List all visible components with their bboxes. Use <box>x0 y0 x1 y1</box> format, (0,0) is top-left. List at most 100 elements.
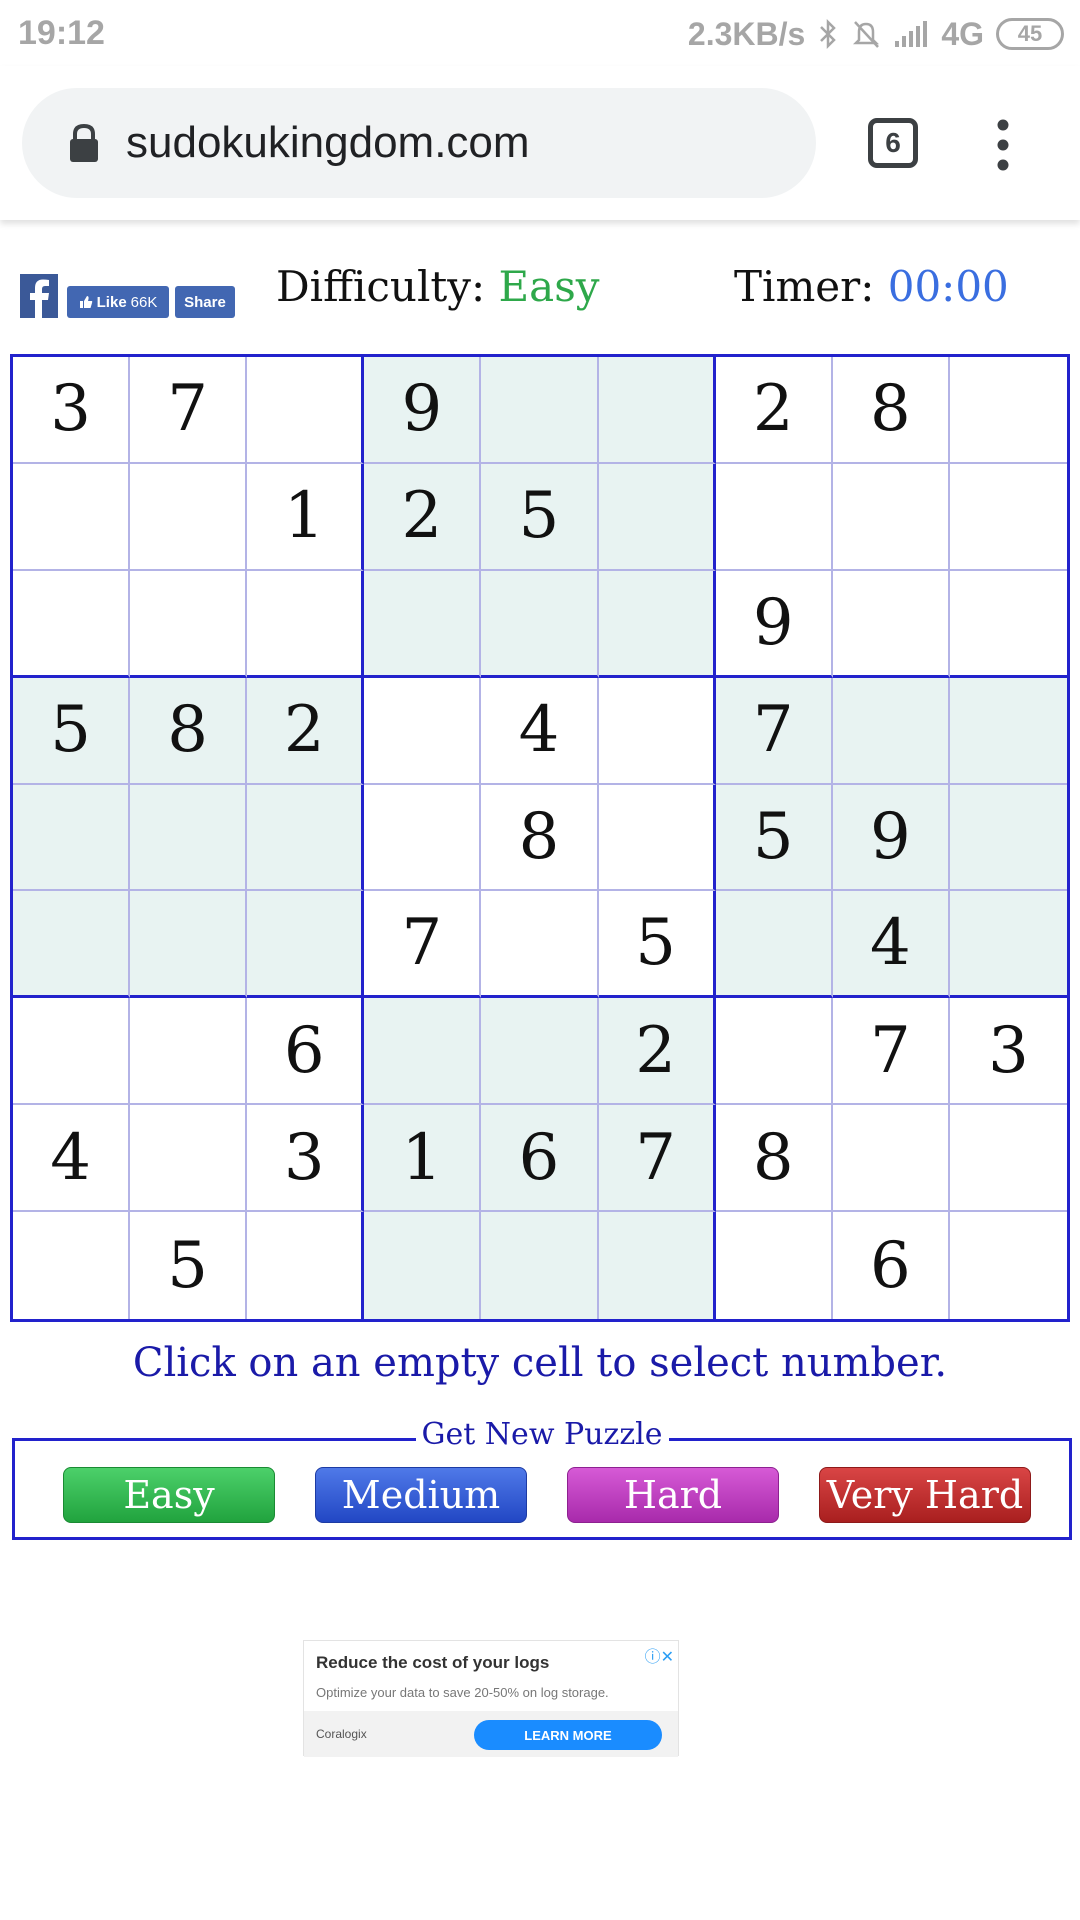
sudoku-cell[interactable]: 9 <box>364 357 482 464</box>
sudoku-cell[interactable]: 8 <box>481 784 599 892</box>
sudoku-cell[interactable] <box>364 570 482 678</box>
sudoku-cell[interactable] <box>598 784 716 892</box>
sudoku-cell[interactable] <box>598 357 716 464</box>
sudoku-cell[interactable] <box>481 357 599 464</box>
facebook-icon[interactable] <box>20 274 58 318</box>
sudoku-cell[interactable] <box>130 891 248 999</box>
facebook-like-button[interactable]: Like 66K <box>67 286 169 318</box>
timer-label: Timer: <box>734 262 875 311</box>
sudoku-cell[interactable] <box>715 998 833 1106</box>
sudoku-cell[interactable] <box>130 784 248 892</box>
sudoku-cell[interactable] <box>130 998 248 1106</box>
sudoku-cell[interactable]: 1 <box>364 1105 482 1213</box>
sudoku-cell[interactable] <box>13 463 131 571</box>
sudoku-cell[interactable]: 3 <box>949 998 1067 1106</box>
sudoku-cell[interactable]: 7 <box>598 1105 716 1213</box>
sudoku-cell[interactable]: 3 <box>13 357 131 464</box>
sudoku-cell[interactable] <box>13 570 131 678</box>
sudoku-cell[interactable]: 8 <box>130 677 248 785</box>
sudoku-cell[interactable]: 5 <box>130 1212 248 1319</box>
sudoku-cell[interactable] <box>598 677 716 785</box>
sudoku-cell[interactable] <box>598 570 716 678</box>
sudoku-cell[interactable] <box>13 1212 131 1319</box>
easy-button[interactable]: Easy <box>63 1467 275 1523</box>
sudoku-cell[interactable]: 6 <box>832 1212 950 1319</box>
sudoku-cell[interactable]: 2 <box>598 998 716 1106</box>
medium-button[interactable]: Medium <box>315 1467 527 1523</box>
sudoku-cell[interactable] <box>364 998 482 1106</box>
sudoku-cell[interactable]: 5 <box>598 891 716 999</box>
sudoku-cell[interactable] <box>364 1212 482 1319</box>
sudoku-cell[interactable] <box>715 463 833 571</box>
sudoku-cell[interactable] <box>949 1212 1067 1319</box>
overflow-menu-icon[interactable] <box>986 118 1020 172</box>
sudoku-cell[interactable]: 5 <box>13 677 131 785</box>
sudoku-cell[interactable] <box>715 891 833 999</box>
sudoku-cell[interactable]: 7 <box>364 891 482 999</box>
sudoku-cell[interactable] <box>481 1212 599 1319</box>
sudoku-cell[interactable]: 2 <box>364 463 482 571</box>
sudoku-cell[interactable] <box>832 570 950 678</box>
advertisement[interactable]: Reduce the cost of your logs ⓘ✕ Optimize… <box>303 1640 679 1757</box>
sudoku-cell[interactable] <box>949 784 1067 892</box>
sudoku-cell[interactable] <box>247 357 365 464</box>
sudoku-cell[interactable]: 8 <box>715 1105 833 1213</box>
very-hard-button[interactable]: Very Hard <box>819 1467 1031 1523</box>
sudoku-cell[interactable] <box>247 570 365 678</box>
sudoku-cell[interactable] <box>949 357 1067 464</box>
sudoku-cell[interactable] <box>598 1212 716 1319</box>
sudoku-cell[interactable]: 2 <box>247 677 365 785</box>
sudoku-cell[interactable] <box>247 891 365 999</box>
battery-level: 45 <box>1017 21 1043 46</box>
ad-close-icon[interactable]: ⓘ✕ <box>645 1643 674 1667</box>
sudoku-cell[interactable] <box>130 570 248 678</box>
sudoku-cell[interactable]: 2 <box>715 357 833 464</box>
sudoku-cell[interactable]: 6 <box>247 998 365 1106</box>
sudoku-cell[interactable] <box>481 998 599 1106</box>
sudoku-cell[interactable] <box>949 677 1067 785</box>
sudoku-cell[interactable]: 4 <box>13 1105 131 1213</box>
sudoku-cell[interactable] <box>13 784 131 892</box>
sudoku-cell[interactable] <box>949 570 1067 678</box>
sudoku-cell[interactable] <box>130 463 248 571</box>
sudoku-cell[interactable] <box>832 677 950 785</box>
sudoku-cell[interactable] <box>949 891 1067 999</box>
sudoku-cell[interactable]: 6 <box>481 1105 599 1213</box>
sudoku-cell[interactable] <box>247 1212 365 1319</box>
url-text[interactable]: sudokukingdom.com <box>126 118 530 168</box>
sudoku-cell[interactable] <box>481 570 599 678</box>
sudoku-cell[interactable] <box>715 1212 833 1319</box>
sudoku-cell[interactable] <box>832 463 950 571</box>
sudoku-cell[interactable]: 3 <box>247 1105 365 1213</box>
ad-description: Optimize your data to save 20-50% on log… <box>316 1685 609 1700</box>
ad-learn-more-button[interactable]: LEARN MORE <box>474 1720 662 1750</box>
hard-button[interactable]: Hard <box>567 1467 779 1523</box>
sudoku-cell[interactable] <box>481 891 599 999</box>
sudoku-cell[interactable] <box>13 998 131 1106</box>
address-bar[interactable]: sudokukingdom.com <box>22 88 816 198</box>
sudoku-cell[interactable] <box>832 1105 950 1213</box>
sudoku-cell[interactable]: 4 <box>832 891 950 999</box>
sudoku-cell[interactable]: 5 <box>481 463 599 571</box>
ad-title[interactable]: Reduce the cost of your logs <box>316 1653 549 1673</box>
sudoku-cell[interactable] <box>247 784 365 892</box>
sudoku-cell[interactable]: 7 <box>130 357 248 464</box>
sudoku-cell[interactable] <box>364 677 482 785</box>
sudoku-cell[interactable] <box>364 784 482 892</box>
sudoku-cell[interactable]: 9 <box>715 570 833 678</box>
sudoku-cell[interactable] <box>130 1105 248 1213</box>
sudoku-cell[interactable] <box>949 1105 1067 1213</box>
sudoku-cell[interactable]: 8 <box>832 357 950 464</box>
sudoku-cell[interactable] <box>949 463 1067 571</box>
sudoku-cell[interactable]: 7 <box>715 677 833 785</box>
sudoku-cell[interactable] <box>13 891 131 999</box>
sudoku-board: 37928125958247859754627343167856 <box>10 354 1070 1322</box>
sudoku-cell[interactable]: 1 <box>247 463 365 571</box>
sudoku-cell[interactable]: 5 <box>715 784 833 892</box>
sudoku-cell[interactable]: 4 <box>481 677 599 785</box>
sudoku-cell[interactable]: 9 <box>832 784 950 892</box>
tab-switcher-button[interactable]: 6 <box>868 118 918 168</box>
facebook-share-button[interactable]: Share <box>175 286 235 318</box>
sudoku-cell[interactable]: 7 <box>832 998 950 1106</box>
sudoku-cell[interactable] <box>598 463 716 571</box>
